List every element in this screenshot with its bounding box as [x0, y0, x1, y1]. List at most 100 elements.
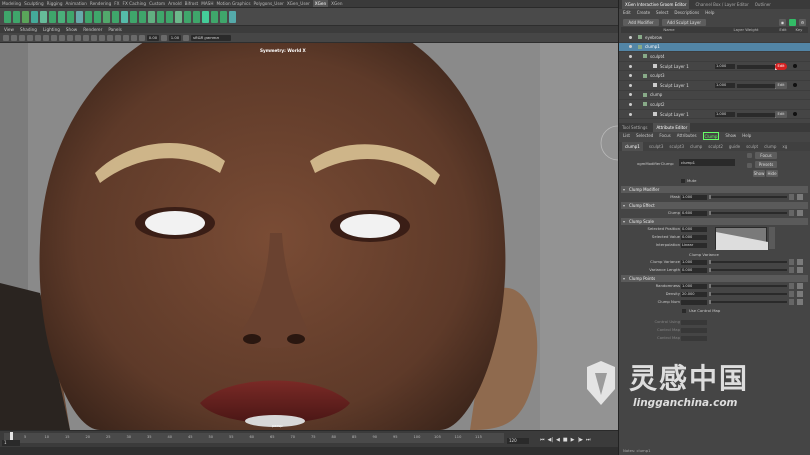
- viewport-menu-shading[interactable]: Shading: [20, 26, 37, 33]
- edit-layer-button[interactable]: Edit: [775, 62, 787, 70]
- shelf-tool-icon[interactable]: [229, 10, 236, 23]
- playback-button[interactable]: ⏭: [586, 437, 591, 443]
- shelf-tool-icon[interactable]: [67, 10, 74, 23]
- show-button[interactable]: Show: [753, 170, 765, 178]
- shelf-tab[interactable]: MASH: [201, 0, 213, 7]
- shelf-tab[interactable]: Polygons_User: [254, 0, 284, 7]
- expression-icon[interactable]: [797, 291, 803, 298]
- shelf-tool-icon[interactable]: [76, 10, 83, 23]
- lights-icon[interactable]: [83, 34, 89, 41]
- key-icon[interactable]: [793, 63, 797, 68]
- ae-menu-item[interactable]: Clump: [702, 132, 720, 141]
- playback-button[interactable]: ■: [563, 437, 568, 443]
- edit-layer-button[interactable]: Edit: [775, 110, 787, 118]
- attribute-field[interactable]: 0.000: [681, 226, 707, 232]
- shelf-tool-icon[interactable]: [112, 10, 119, 23]
- shelf-tool-icon[interactable]: [121, 10, 128, 23]
- attribute-field[interactable]: [681, 319, 707, 325]
- grid-icon[interactable]: [35, 34, 41, 41]
- shelf-tab[interactable]: Bifrost: [185, 0, 199, 7]
- add-sculpt-layer-button[interactable]: Add Sculpt Layer: [662, 18, 706, 26]
- shelf-tool-icon[interactable]: [220, 10, 227, 23]
- node-tab[interactable]: sculpt3: [669, 142, 684, 151]
- attribute-field[interactable]: 0.000: [681, 267, 707, 273]
- map-icon[interactable]: [789, 194, 794, 201]
- shelf-tool-icon[interactable]: [193, 10, 200, 23]
- shelf-tab[interactable]: Motion Graphics: [217, 0, 251, 7]
- playback-button[interactable]: |▶: [578, 437, 584, 443]
- visibility-eye-icon[interactable]: [629, 74, 632, 78]
- map-icon[interactable]: [789, 291, 794, 298]
- use-control-map-checkbox[interactable]: [682, 309, 686, 314]
- shelf-tool-icon[interactable]: [103, 10, 110, 23]
- output-connection-icon[interactable]: [747, 163, 752, 169]
- shelf-tab[interactable]: Modeling: [2, 0, 21, 7]
- shelf-tab[interactable]: Animation: [66, 0, 87, 7]
- tree-row[interactable]: Sculpt Layer 1 1.000 Edit: [619, 62, 810, 72]
- shelf-tool-icon[interactable]: [175, 10, 182, 23]
- attribute-field[interactable]: 1.000: [681, 283, 707, 289]
- expression-icon[interactable]: [797, 210, 803, 217]
- attribute-field[interactable]: 0.000: [681, 234, 707, 240]
- visibility-eye-icon[interactable]: [629, 54, 632, 58]
- range-end-field[interactable]: 120: [507, 438, 529, 444]
- visibility-icon[interactable]: ◉: [779, 18, 786, 26]
- shelf-tool-icon[interactable]: [184, 10, 191, 23]
- key-icon[interactable]: [793, 111, 797, 116]
- xgen-menu-item[interactable]: Help: [705, 9, 714, 17]
- xray-joints-icon[interactable]: [131, 34, 137, 41]
- mute-checkbox[interactable]: [681, 179, 685, 184]
- layer-weight-slider[interactable]: [737, 63, 777, 70]
- shelf-tab[interactable]: Rendering: [90, 0, 111, 7]
- shelf-tool-icon[interactable]: [130, 10, 137, 23]
- node-tab[interactable]: xg: [782, 142, 787, 151]
- attribute-slider[interactable]: [709, 292, 787, 297]
- shelf-tool-icon[interactable]: [139, 10, 146, 23]
- shelf-tab[interactable]: FX: [114, 0, 119, 7]
- attribute-field[interactable]: 0.600: [681, 210, 707, 216]
- shelf-tab[interactable]: Sculpting: [24, 0, 44, 7]
- ae-tab[interactable]: Tool Settings: [622, 123, 647, 132]
- tree-row[interactable]: clump: [619, 91, 810, 101]
- command-line[interactable]: [0, 447, 618, 455]
- shelf-tab[interactable]: XGen_User: [287, 0, 310, 7]
- shelf-tool-icon[interactable]: [40, 10, 47, 23]
- visibility-eye-icon[interactable]: [629, 35, 632, 39]
- section-header[interactable]: Clump Modifier: [621, 186, 808, 194]
- image-plane-icon[interactable]: [27, 34, 33, 41]
- gamma-icon[interactable]: [161, 34, 167, 41]
- viewport-menu-renderer[interactable]: Renderer: [83, 26, 102, 33]
- tree-row[interactable]: clump1: [619, 42, 810, 53]
- viewport-panel[interactable]: Symmetry: World X persp: [0, 43, 618, 430]
- visibility-eye-icon[interactable]: [629, 102, 632, 106]
- attribute-slider[interactable]: [709, 195, 787, 200]
- shelf-tab[interactable]: FX Caching: [123, 0, 147, 7]
- aa-icon[interactable]: [107, 34, 113, 41]
- expression-icon[interactable]: [797, 283, 803, 290]
- attribute-field[interactable]: [681, 299, 707, 305]
- tree-row[interactable]: Sculpt Layer 1 1.000 Edit: [619, 81, 810, 91]
- range-start-field[interactable]: 1: [2, 440, 20, 446]
- attribute-slider[interactable]: [709, 211, 787, 216]
- add-modifier-button[interactable]: Add Modifier: [623, 18, 659, 26]
- isolate-icon[interactable]: [115, 34, 121, 41]
- node-tab[interactable]: clump: [764, 142, 776, 151]
- node-name-field[interactable]: clump1: [679, 159, 735, 167]
- focus-button[interactable]: Focus: [755, 152, 777, 160]
- tree-row[interactable]: sculpt3: [619, 71, 810, 81]
- ae-menu-item[interactable]: Attributes: [677, 132, 697, 140]
- wireframe-icon[interactable]: [59, 34, 65, 41]
- shelf-tab[interactable]: Arnold: [168, 0, 182, 7]
- node-tab[interactable]: sculpt2: [708, 142, 723, 151]
- ae-menu-item[interactable]: Selected: [636, 132, 653, 140]
- layer-weight-slider[interactable]: [737, 111, 777, 118]
- shelf-tool-icon[interactable]: [31, 10, 38, 23]
- clump-scale-ramp[interactable]: [715, 227, 768, 251]
- smooth-shade-icon[interactable]: [67, 34, 73, 41]
- xray-icon[interactable]: [123, 34, 129, 41]
- timeline-ruler[interactable]: 5 10 15 20 25 30 35 40 45 50 55 60 65 70 75 80 85 90 95 100…: [4, 433, 504, 443]
- node-tab[interactable]: guide: [729, 142, 740, 151]
- viewport-menu-show[interactable]: Show: [66, 26, 77, 33]
- section-header[interactable]: Clump Effect: [621, 202, 808, 210]
- playback-button[interactable]: ◀: [556, 437, 560, 443]
